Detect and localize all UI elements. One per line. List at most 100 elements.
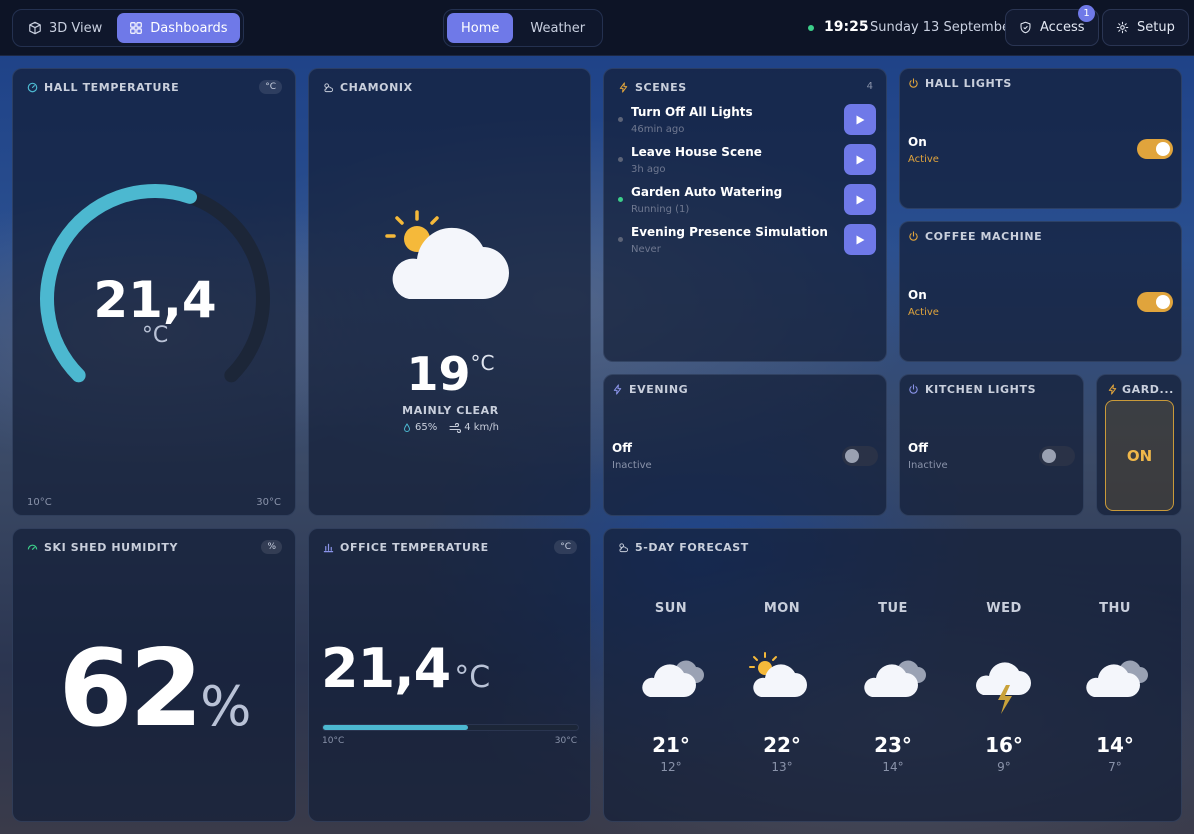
view-3d-label: 3D View	[49, 20, 103, 36]
office-temperature-unit: °C	[454, 660, 491, 695]
unit-chip: %	[261, 540, 282, 554]
play-icon	[856, 115, 865, 124]
coffee-machine-card[interactable]: COFFEE MACHINE On Active	[899, 221, 1182, 362]
bar-chart-icon	[323, 543, 334, 553]
evening-title: EVENING	[612, 383, 688, 396]
garden-card: GARD... ON	[1096, 374, 1182, 516]
cloudy-icon	[1086, 660, 1148, 697]
access-badge: 1	[1078, 5, 1095, 22]
hall-lights-card[interactable]: HALL LIGHTS On Active	[899, 68, 1182, 209]
hall-lights-title-text: HALL LIGHTS	[925, 77, 1012, 90]
ski-shed-humidity-title-text: SKI SHED HUMIDITY	[44, 541, 179, 554]
forecast-high: 22°	[763, 733, 801, 757]
play-scene-button[interactable]	[844, 144, 876, 175]
scene-last-run: Never	[631, 244, 661, 255]
view-3d-button[interactable]: 3D View	[16, 13, 114, 43]
hall-temperature-value: 21,4	[93, 271, 217, 329]
connection-status-dot	[808, 25, 814, 31]
scenes-count: 4	[866, 81, 873, 92]
chamonix-temp-value: 19	[406, 347, 471, 401]
scene-item: Evening Presence Simulation Never	[618, 224, 876, 261]
hall-lights-status: Active	[908, 154, 939, 165]
coffee-machine-toggle[interactable]	[1137, 292, 1173, 312]
hall-lights-toggle[interactable]	[1137, 139, 1173, 159]
forecast-day-name: MON	[763, 601, 801, 616]
cloudy-icon	[642, 660, 704, 697]
ski-shed-humidity-unit: %	[200, 675, 252, 738]
kitchen-lights-state: Off	[908, 441, 928, 455]
kitchen-lights-status: Inactive	[908, 460, 948, 471]
hall-lights-title: HALL LIGHTS	[908, 77, 1012, 90]
garden-title-text: GARD...	[1122, 383, 1174, 396]
chamonix-temp-unit: °C	[470, 351, 495, 375]
office-temperature-card[interactable]: OFFICE TEMPERATURE °C 21,4 °C 10°C 30°C	[308, 528, 591, 822]
weather-icon	[324, 83, 334, 93]
scene-last-run: Running (1)	[631, 204, 690, 215]
chamonix-weather-card[interactable]: CHAMONIX 19°C MAINLY CLEAR 65% 4 km/h	[308, 68, 591, 516]
evening-card[interactable]: EVENING Off Inactive	[603, 374, 887, 516]
unit-chip: °C	[259, 80, 282, 94]
scene-name: Leave House Scene	[631, 145, 762, 159]
kitchen-lights-toggle[interactable]	[1039, 446, 1075, 466]
garden-on-button[interactable]: ON	[1105, 400, 1174, 511]
shield-icon	[1020, 21, 1031, 34]
view-dashboards-button[interactable]: Dashboards	[117, 13, 240, 43]
tab-home[interactable]: Home	[447, 13, 514, 43]
coffee-machine-title-text: COFFEE MACHINE	[925, 230, 1043, 243]
lightning-icon	[1108, 384, 1117, 395]
wind-detail: 4 km/h	[449, 422, 499, 433]
forecast-high: 21°	[652, 733, 690, 757]
hall-temperature-title: HALL TEMPERATURE	[27, 81, 179, 94]
clock-time: 19:25	[824, 19, 869, 35]
scene-name: Evening Presence Simulation	[631, 225, 828, 239]
humidity-value: 65%	[414, 422, 438, 433]
toggle-knob	[1156, 142, 1170, 156]
play-scene-button[interactable]	[844, 184, 876, 215]
hall-lights-state: On	[908, 135, 927, 149]
chamonix-details: 65% 4 km/h	[309, 422, 590, 433]
ski-shed-humidity-value: 62	[58, 627, 204, 750]
scene-last-run: 46min ago	[631, 124, 685, 135]
lightning-icon	[619, 82, 628, 93]
power-icon	[909, 78, 918, 88]
power-icon	[909, 384, 918, 394]
ski-shed-humidity-card[interactable]: SKI SHED HUMIDITY % 62%	[12, 528, 296, 822]
tab-weather[interactable]: Weather	[516, 13, 599, 43]
power-icon	[909, 231, 918, 241]
forecast-day-name: TUE	[878, 601, 908, 616]
gauge-min-label: 10°C	[27, 497, 52, 508]
humidity-detail: 65%	[402, 422, 437, 433]
setup-button[interactable]: Setup	[1102, 9, 1189, 46]
evening-status: Inactive	[612, 460, 652, 471]
forecast-day-name: WED	[986, 601, 1022, 616]
play-scene-button[interactable]	[844, 224, 876, 255]
scene-status-dot	[618, 237, 623, 242]
office-temperature-bar	[322, 724, 579, 731]
hall-temperature-unit: °C	[141, 323, 169, 348]
toggle-knob	[845, 449, 859, 463]
forecast-high: 23°	[874, 733, 912, 757]
kitchen-lights-card[interactable]: KITCHEN LIGHTS Off Inactive	[899, 374, 1084, 516]
chamonix-title: CHAMONIX	[323, 81, 413, 94]
view-switcher: 3D View Dashboards	[12, 9, 244, 47]
play-icon	[856, 155, 865, 164]
scenes-title-text: SCENES	[635, 81, 687, 94]
clock-date: Sunday 13 September	[870, 20, 1016, 35]
hall-temperature-card[interactable]: HALL TEMPERATURE °C 21,4 °C 10°C 30°C	[12, 68, 296, 516]
office-temperature-title: OFFICE TEMPERATURE	[323, 541, 489, 554]
forecast-day-name: THU	[1099, 601, 1131, 616]
coffee-machine-status: Active	[908, 307, 939, 318]
scene-name: Garden Auto Watering	[631, 185, 783, 199]
toggle-knob	[1156, 295, 1170, 309]
forecast-high: 16°	[985, 733, 1023, 757]
play-scene-button[interactable]	[844, 104, 876, 135]
partly-sunny-icon	[749, 652, 807, 697]
lightning-icon	[613, 384, 622, 395]
evening-toggle[interactable]	[842, 446, 878, 466]
forecast-low: 12°	[660, 760, 682, 774]
scene-status-dot	[618, 117, 623, 122]
forecast-card[interactable]: 5-DAY FORECAST SUN 21° 12° MON 22° 13° T…	[603, 528, 1182, 822]
office-temperature-reading: 21,4 °C	[321, 637, 490, 700]
hall-temperature-title-text: HALL TEMPERATURE	[44, 81, 180, 94]
ski-shed-humidity-title: SKI SHED HUMIDITY	[27, 541, 178, 554]
